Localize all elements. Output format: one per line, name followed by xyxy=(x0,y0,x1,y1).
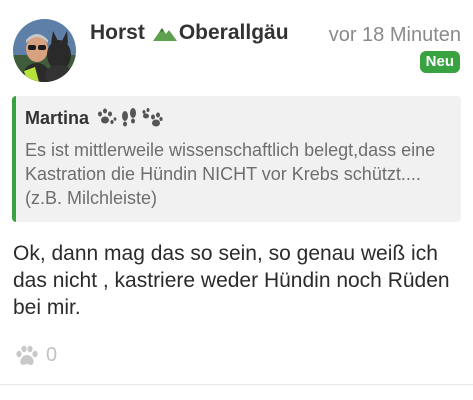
footprints-icon xyxy=(122,108,137,127)
avatar-image xyxy=(13,19,76,82)
post-body: Ok, dann mag das so sein, so genau weiß … xyxy=(13,242,450,319)
quote-author-line: Martina xyxy=(25,105,451,131)
paw-print-icon xyxy=(142,108,163,127)
quote-author-decoration xyxy=(95,108,163,128)
paw-icon xyxy=(16,345,38,365)
new-badge: Neu xyxy=(419,51,460,73)
reaction-button[interactable]: 0 xyxy=(14,344,57,367)
avatar[interactable] xyxy=(13,19,76,82)
reaction-count: 0 xyxy=(46,344,58,366)
divider xyxy=(0,384,473,385)
paw-print-icon xyxy=(98,108,117,124)
quote-author-name[interactable]: Martina xyxy=(25,108,89,129)
quote-text: Es ist mittlerweile wissenschaftlich bel… xyxy=(25,140,436,208)
author-line[interactable]: Horst Oberallgäu xyxy=(90,21,289,45)
mountain-icon xyxy=(152,28,177,41)
author-region: Oberallgäu xyxy=(178,21,289,44)
author-name[interactable]: Horst xyxy=(90,21,145,45)
quote-block[interactable]: Martina Es ist mittlerweile wissenschaft… xyxy=(12,96,461,222)
post-timestamp: vor 18 Minuten xyxy=(328,24,461,46)
forum-post: Horst Oberallgäu vor 18 Minuten Neu Mart… xyxy=(0,0,473,400)
